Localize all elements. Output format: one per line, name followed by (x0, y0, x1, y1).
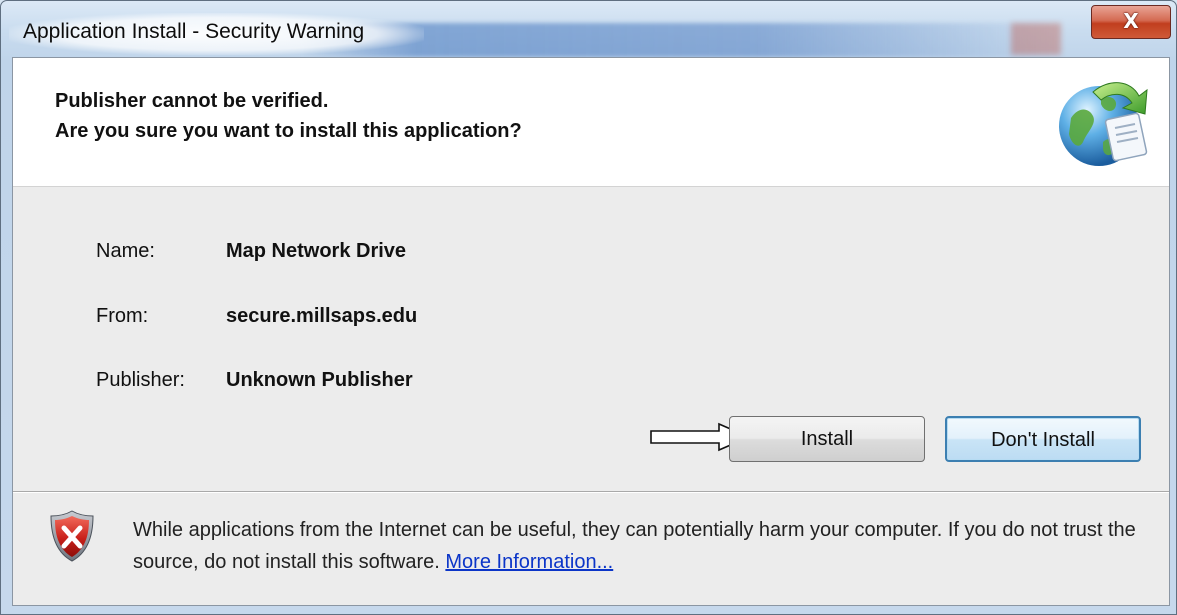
dont-install-button[interactable]: Don't Install (945, 416, 1141, 462)
globe-install-icon (1059, 82, 1148, 166)
detail-value: secure.millsaps.edu (226, 305, 418, 327)
warning-message: While applications from the Internet can… (133, 519, 1136, 573)
divider (13, 491, 1169, 493)
detail-value: Unknown Publisher (226, 369, 413, 391)
dialog-client-area: Publisher cannot be verified. Are you su… (12, 57, 1170, 606)
window-title: Application Install - Security Warning (23, 20, 365, 43)
confirm-question: Are you sure you want to install this ap… (55, 120, 522, 142)
detail-row-publisher: Publisher: Unknown Publisher (13, 369, 713, 399)
detail-row-from: From: secure.millsaps.edu (13, 305, 713, 335)
install-button[interactable]: Install (729, 416, 925, 462)
title-bar[interactable]: Application Install - Security Warning X (1, 1, 1176, 57)
detail-row-name: Name: Map Network Drive (13, 240, 713, 270)
detail-label: From: (96, 305, 149, 327)
warning-heading: Publisher cannot be verified. (55, 90, 329, 112)
title-bar-background-blur-red (1011, 23, 1061, 55)
close-button[interactable]: X (1091, 5, 1171, 39)
security-warning-text: While applications from the Internet can… (133, 514, 1143, 578)
install-dialog-window: Application Install - Security Warning X… (0, 0, 1177, 615)
dialog-header: Publisher cannot be verified. Are you su… (13, 58, 1169, 187)
more-information-link[interactable]: More Information... (445, 551, 613, 573)
detail-value: Map Network Drive (226, 240, 407, 262)
shield-warning-icon (50, 510, 94, 562)
detail-label: Name: (96, 240, 155, 262)
detail-label: Publisher: (96, 369, 185, 391)
